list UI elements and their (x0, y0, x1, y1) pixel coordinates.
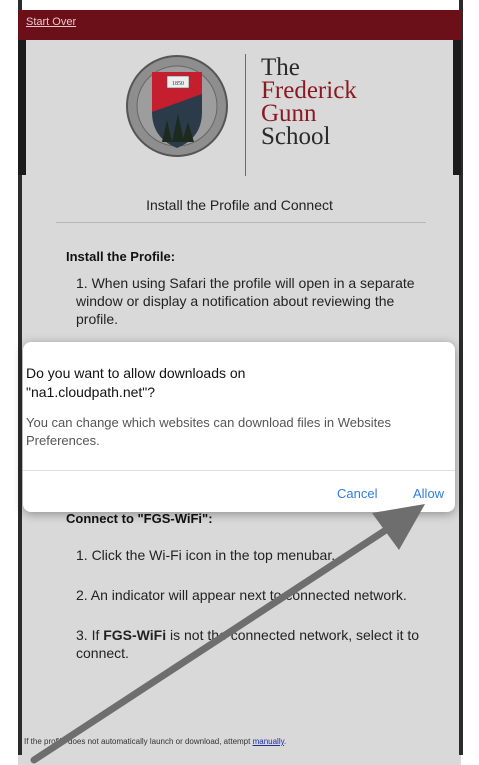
svg-text:1850: 1850 (172, 81, 184, 87)
school-crest-logo: 1850 (126, 55, 228, 157)
footer-suffix: . (284, 737, 287, 746)
header-strip-right (453, 40, 461, 175)
dialog-divider (23, 470, 455, 471)
allow-button[interactable]: Allow (413, 486, 444, 501)
dialog-title: Do you want to allow downloads on "na1.c… (26, 365, 246, 400)
header-band (18, 40, 461, 175)
footer-text: If the profile does not automatically la… (24, 737, 253, 746)
footer-note: If the profile does not automatically la… (24, 737, 286, 746)
connect-step-3-prefix: 3. If (76, 627, 104, 643)
top-bar: Start Over (18, 10, 461, 40)
cancel-button[interactable]: Cancel (337, 486, 377, 501)
header-strip-left (18, 40, 26, 175)
connect-step-1: 1. Click the Wi-Fi icon in the top menub… (76, 547, 336, 563)
install-heading: Install the Profile: (66, 249, 176, 264)
manually-link[interactable]: manually (253, 737, 284, 746)
school-name-line4: School (261, 123, 331, 150)
school-name-line3: Gunn (261, 100, 317, 127)
school-name-logo: The Frederick Gunn School (261, 54, 357, 150)
connect-step-3: 3. If FGS-WiFi is not the connected netw… (76, 626, 436, 662)
logo-divider (245, 54, 246, 176)
school-name-line2: Frederick (261, 77, 357, 104)
connect-heading: Connect to "FGS-WiFi": (66, 511, 213, 526)
connect-step-3-network: FGS-WiFi (103, 627, 167, 643)
section-title: Install the Profile and Connect (146, 197, 333, 213)
start-over-link[interactable]: Start Over (26, 16, 76, 28)
section-divider (56, 222, 426, 223)
connect-step-2: 2. An indicator will appear next to conn… (76, 587, 407, 603)
install-step-1: 1. When using Safari the profile will op… (76, 275, 415, 327)
school-name-line1: The (261, 54, 300, 81)
dialog-body: You can change which websites can downlo… (26, 415, 391, 448)
